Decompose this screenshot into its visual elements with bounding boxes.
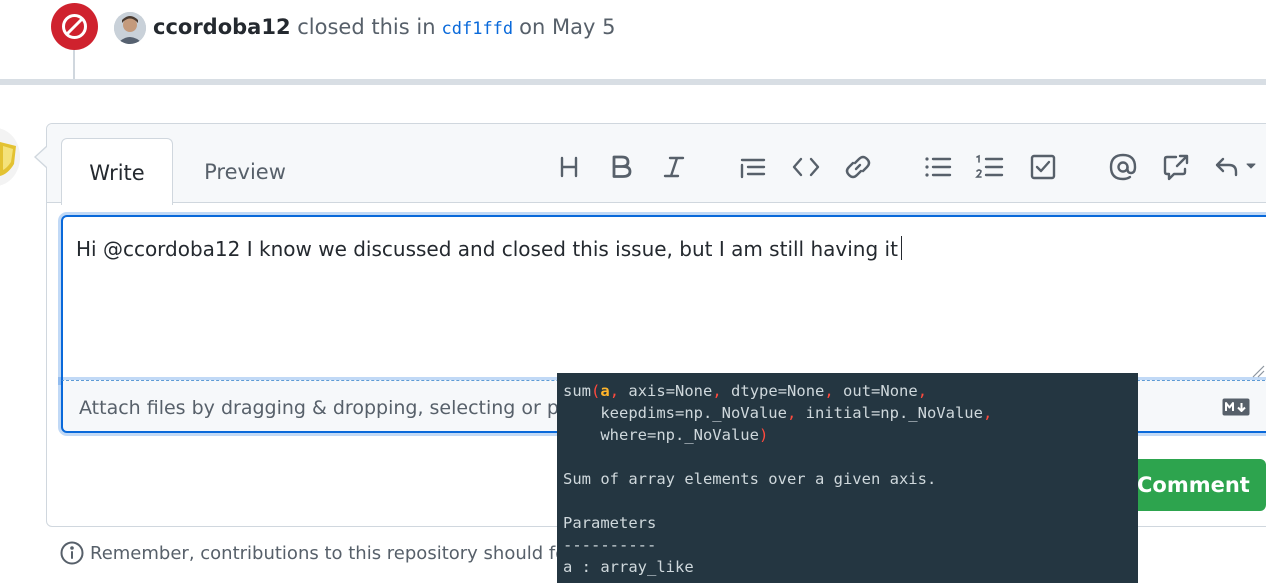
italic-icon[interactable]	[657, 150, 691, 184]
contribution-notice-text: Remember, contributions to this reposito…	[90, 543, 567, 564]
comment-pointer-fill	[36, 147, 47, 167]
docstring-param: a : array_like	[563, 558, 694, 576]
event-date[interactable]: on May 5	[519, 15, 615, 39]
docstring-summary: Sum of array elements over a given axis.	[563, 470, 937, 488]
contribution-notice: Remember, contributions to this reposito…	[60, 540, 566, 568]
bold-icon[interactable]	[604, 150, 638, 184]
signature-line-2: keepdims=np._NoValue, initial=np._NoValu…	[563, 404, 993, 422]
quote-icon[interactable]	[736, 150, 770, 184]
docstring-section: Parameters	[563, 514, 657, 532]
event-user-link[interactable]: ccordoba12	[153, 15, 291, 39]
markdown-icon[interactable]	[1222, 398, 1250, 416]
resize-handle[interactable]	[1249, 362, 1265, 382]
comment-text-value: Hi @ccordoba12 I know we discussed and c…	[76, 237, 898, 261]
tab-write[interactable]: Write	[61, 138, 173, 205]
docstring-rule: ----------	[563, 536, 657, 554]
code-icon[interactable]	[789, 150, 823, 184]
commenter-avatar[interactable]	[0, 128, 20, 186]
signature-line-1: sum(a, axis=None, dtype=None, out=None,	[563, 382, 928, 400]
cross-reference-icon[interactable]	[1159, 150, 1193, 184]
timeline-connector	[73, 45, 75, 79]
closed-badge	[51, 3, 98, 50]
commit-link[interactable]: cdf1ffd	[442, 19, 514, 39]
comment-text[interactable]: Hi @ccordoba12 I know we discussed and c…	[76, 235, 902, 263]
circle-slash-icon	[62, 14, 87, 39]
reply-icon[interactable]	[1211, 150, 1261, 184]
avatar[interactable]	[114, 12, 146, 44]
event-action: closed this in	[297, 15, 436, 39]
mention-icon[interactable]	[1106, 150, 1140, 184]
signature-tooltip: sum(a, axis=None, dtype=None, out=None, …	[557, 373, 1138, 583]
bulleted-list-icon[interactable]	[921, 150, 955, 184]
text-cursor	[900, 236, 902, 260]
attach-files-text[interactable]: Attach files by dragging & dropping, sel…	[79, 395, 559, 421]
info-icon	[60, 541, 84, 565]
tab-preview[interactable]: Preview	[180, 138, 310, 204]
timeline-divider	[0, 79, 1266, 85]
closed-event-text: ccordoba12 closed this in cdf1ffd on May 5	[153, 12, 615, 44]
signature-line-3: where=np._NoValue)	[563, 426, 769, 444]
heading-icon[interactable]	[552, 150, 586, 184]
numbered-list-icon[interactable]	[973, 150, 1007, 184]
task-list-icon[interactable]	[1026, 150, 1060, 184]
link-icon[interactable]	[841, 150, 875, 184]
